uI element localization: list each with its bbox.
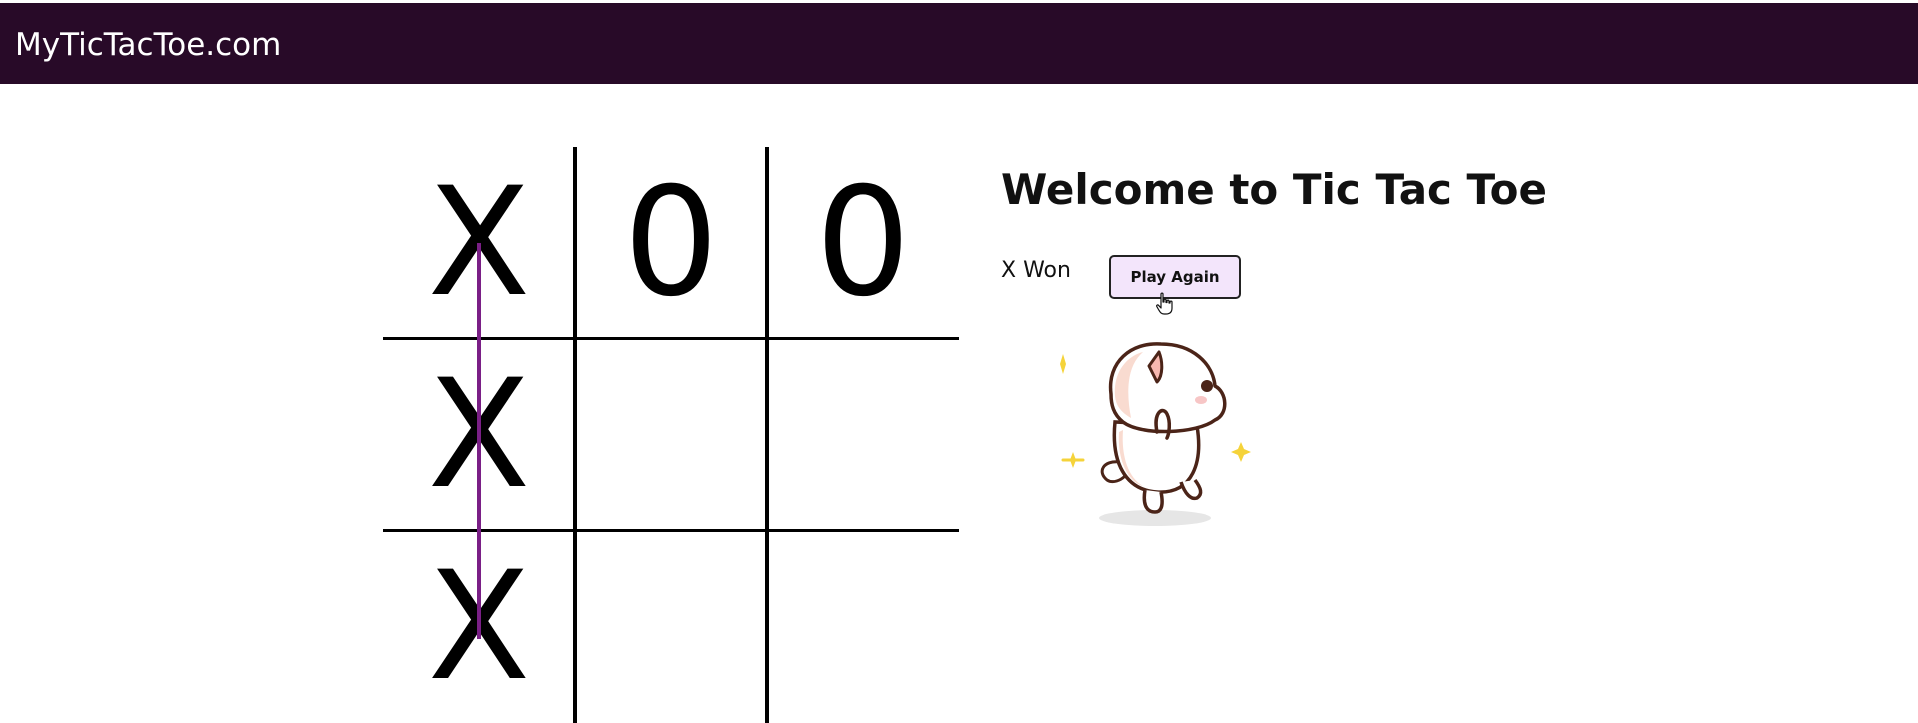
brand-link[interactable]: MyTicTacToe.com <box>15 25 281 65</box>
board-cell-6[interactable] <box>767 339 959 531</box>
board-cell-8[interactable] <box>575 531 767 723</box>
cat-illustration <box>1060 342 1251 526</box>
game-status: X Won <box>1001 258 1071 283</box>
board-cell-5[interactable] <box>575 339 767 531</box>
navbar: MyTicTacToe.com <box>0 3 1918 84</box>
tictactoe-board: X 0 0 X X <box>383 147 959 723</box>
hand-pointer-icon <box>1156 292 1173 315</box>
board-cell-2[interactable]: 0 <box>575 147 767 339</box>
play-again-button[interactable]: Play Again <box>1109 255 1241 299</box>
board-cell-9[interactable] <box>767 531 959 723</box>
winning-line <box>477 243 481 639</box>
board-cell-3[interactable]: 0 <box>767 147 959 339</box>
page-title: Welcome to Tic Tac Toe <box>1001 165 1547 214</box>
